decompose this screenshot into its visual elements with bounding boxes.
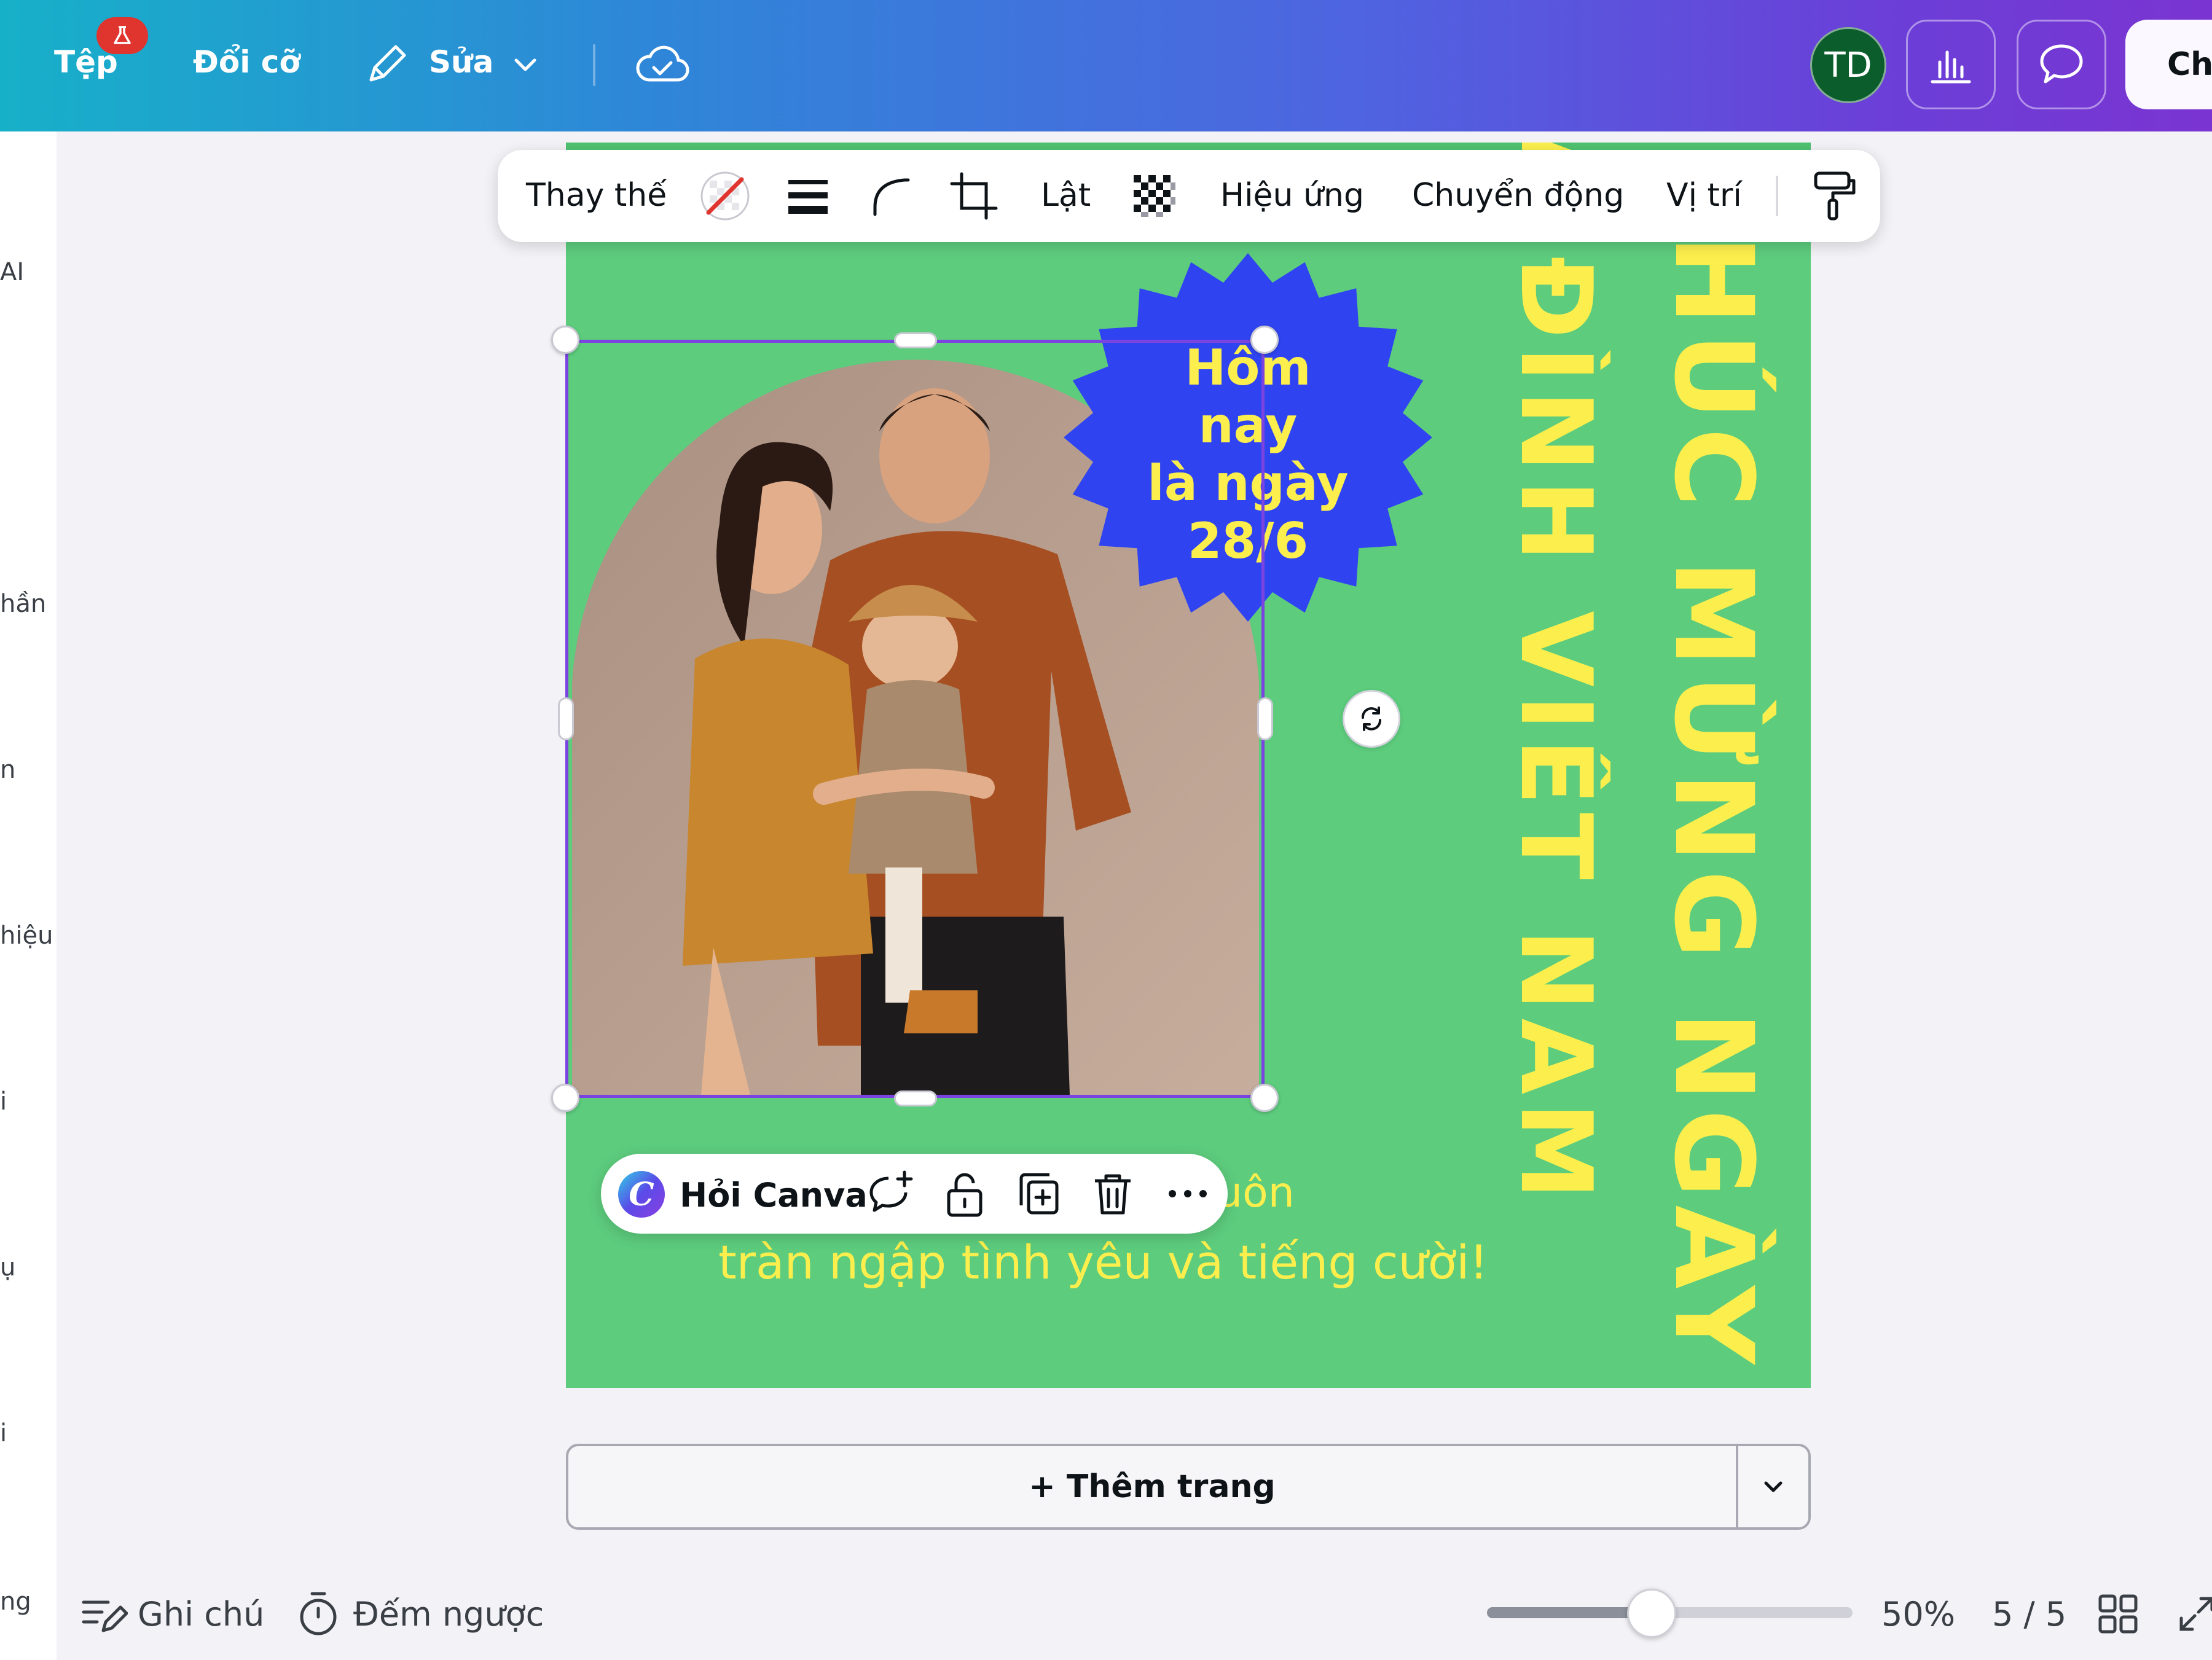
side-item-ai[interactable]: AI xyxy=(0,258,24,286)
bar-chart-icon xyxy=(1931,50,1971,84)
resize-handle-right[interactable] xyxy=(1257,697,1273,740)
share-label: Chi xyxy=(2167,46,2212,83)
headline-line-1: HÚC MỪNG NGÀY xyxy=(1666,235,1776,1372)
replace-button[interactable]: Thay thế xyxy=(526,177,667,214)
effects-button[interactable]: Hiệu ứng xyxy=(1220,177,1364,214)
page-counter[interactable]: 5 / 5 xyxy=(1992,1595,2066,1634)
resize-handle-bottom-left[interactable] xyxy=(551,1084,579,1112)
resize-handle-bottom[interactable] xyxy=(894,1090,937,1106)
comments-button[interactable] xyxy=(2017,20,2106,109)
flask-icon xyxy=(96,17,148,54)
toolbar-separator xyxy=(1776,176,1778,216)
ask-canva-button[interactable]: Hỏi Canva xyxy=(680,1176,868,1215)
edit-menu[interactable]: Sửa xyxy=(429,44,493,80)
avatar[interactable]: TD xyxy=(1810,27,1886,103)
resize-handle-bottom-right[interactable] xyxy=(1250,1084,1279,1112)
resize-handle-left[interactable] xyxy=(558,697,574,740)
zoom-level[interactable]: 50% xyxy=(1881,1595,1955,1634)
position-button[interactable]: Vị trí xyxy=(1666,177,1742,214)
left-panel: AI hần n hiệu i ụ i ng xyxy=(0,131,57,1660)
duplicate-icon[interactable] xyxy=(1013,1167,1065,1220)
top-bar: Tệp Đổi cỡ Sửa TD Chi xyxy=(0,0,2212,131)
chevron-down-icon[interactable] xyxy=(510,50,541,81)
page-top-stripe xyxy=(566,143,1811,150)
pencil-icon[interactable] xyxy=(363,39,412,88)
resize-handle-top-left[interactable] xyxy=(551,326,579,354)
add-page-options-button[interactable] xyxy=(1738,1446,1808,1527)
more-options-icon[interactable] xyxy=(1161,1167,1214,1220)
resize-handle-top-right[interactable] xyxy=(1250,326,1279,354)
context-toolbar: Thay thế Lật Hiệu ứng Chuyển động Vị trí xyxy=(498,150,1880,242)
rotate-handle[interactable] xyxy=(1343,690,1400,748)
transparency-icon[interactable] xyxy=(1127,168,1182,224)
side-item-apps[interactable]: i xyxy=(0,1419,7,1447)
add-comment-icon[interactable] xyxy=(865,1167,918,1220)
insights-button[interactable] xyxy=(1906,20,1996,109)
notes-icon[interactable] xyxy=(79,1592,128,1639)
rotate-icon xyxy=(1362,707,1381,731)
side-item-text[interactable]: n xyxy=(0,756,15,784)
unlock-icon[interactable] xyxy=(939,1167,992,1220)
fullscreen-icon[interactable] xyxy=(2175,1592,2212,1635)
trash-icon[interactable] xyxy=(1086,1167,1139,1220)
border-weight-icon[interactable] xyxy=(780,168,836,224)
comment-icon xyxy=(2040,44,2083,84)
side-item-elements[interactable]: hần xyxy=(0,590,46,618)
side-item-more[interactable]: ng xyxy=(0,1588,31,1616)
headline-line-2: IA ĐÌNH VIỆT NAM xyxy=(1515,143,1610,1207)
resize-button[interactable]: Đổi cỡ xyxy=(193,44,300,80)
chevron-down-icon xyxy=(1764,1481,1783,1492)
body-text-line-1[interactable]: uôn xyxy=(1216,1169,1295,1217)
timer-button[interactable]: Đếm ngược xyxy=(353,1595,544,1634)
toolbar-divider xyxy=(593,44,595,86)
animate-button[interactable]: Chuyển động xyxy=(1412,177,1624,214)
add-page-button[interactable]: + Thêm trang xyxy=(568,1446,1736,1527)
notes-button[interactable]: Ghi chú xyxy=(138,1595,264,1634)
side-item-tools[interactable]: ụ xyxy=(0,1253,15,1282)
crop-icon[interactable] xyxy=(946,168,1002,224)
selection-frame xyxy=(565,340,1265,1098)
add-page-control: + Thêm trang xyxy=(566,1444,1811,1530)
cloud-saved-icon[interactable] xyxy=(633,37,692,92)
corner-rounding-icon[interactable] xyxy=(863,168,919,224)
resize-handle-top[interactable] xyxy=(894,332,937,348)
body-text-line-2[interactable]: tràn ngập tình yêu và tiếng cười! xyxy=(718,1235,1488,1290)
headline-column-1[interactable]: HÚC MỪNG NGÀY xyxy=(1666,143,1776,1388)
paint-roller-icon[interactable] xyxy=(1806,168,1862,224)
side-item-upload[interactable]: i xyxy=(0,1087,7,1116)
share-button[interactable]: Chi xyxy=(2125,20,2212,109)
no-color-icon[interactable] xyxy=(697,168,753,224)
side-item-brand[interactable]: hiệu xyxy=(0,922,53,950)
timer-icon[interactable] xyxy=(296,1589,340,1638)
grid-view-icon[interactable] xyxy=(2096,1592,2139,1635)
zoom-slider-knob[interactable] xyxy=(1626,1589,1676,1638)
ask-canva-bar: C Hỏi Canva xyxy=(601,1154,1228,1234)
flip-button[interactable]: Lật xyxy=(1041,177,1091,214)
headline-column-2[interactable]: IA ĐÌNH VIỆT NAM xyxy=(1515,143,1610,1388)
canva-logo-icon[interactable]: C xyxy=(618,1171,665,1218)
